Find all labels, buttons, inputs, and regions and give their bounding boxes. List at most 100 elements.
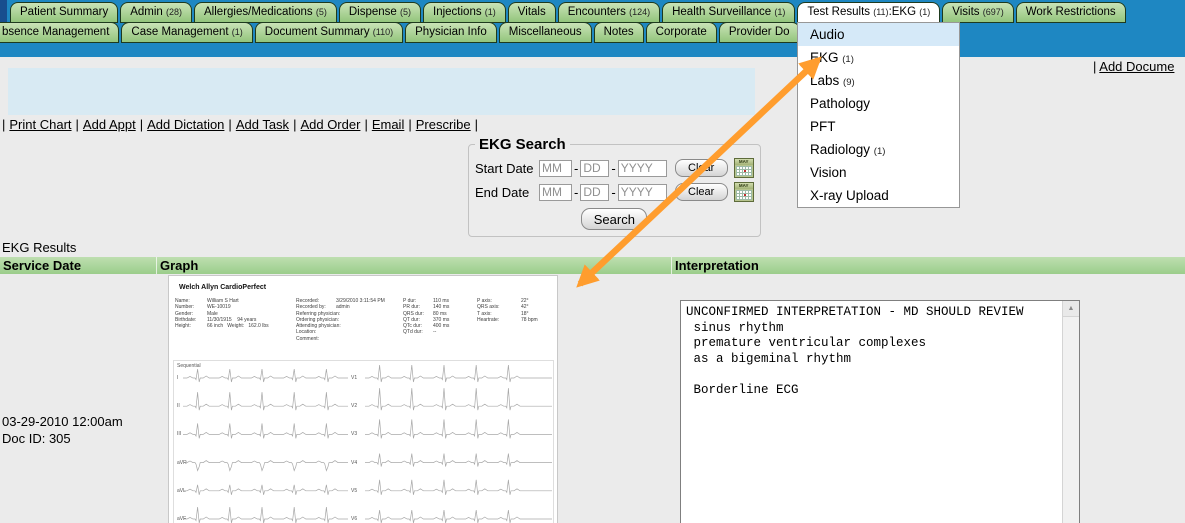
pipe-separator: | (408, 117, 411, 132)
lead-label-v3: V3 (351, 431, 357, 437)
interpretation-text: UNCONFIRMED INTERPRETATION - MD SHOULD R… (686, 305, 1059, 398)
report-field-value: 110 ms (433, 298, 449, 304)
report-field-value: admin (336, 304, 350, 310)
report-field: Heartrate:78 bpm (477, 317, 538, 323)
tab-label: Provider Do (729, 26, 790, 38)
tab-document-summary[interactable]: Document Summary (110) (255, 22, 403, 43)
report-field: Height:66 inch Weight: 162.0 lbs (175, 323, 269, 329)
tab-dispense[interactable]: Dispense (5) (339, 2, 421, 23)
tab-count: (11) (873, 7, 888, 17)
report-field-label: Comment: (296, 336, 336, 342)
end-date-day-input[interactable] (580, 184, 609, 201)
link-email[interactable]: Email (372, 117, 405, 132)
end-date-clear-button[interactable]: Clear (675, 183, 728, 201)
report-field-value: -- (433, 329, 436, 335)
end-date-row: End Date - - Clear MAY (475, 182, 754, 202)
start-date-label: Start Date (475, 161, 539, 176)
tab-admin[interactable]: Admin (28) (120, 2, 192, 23)
link-prescribe[interactable]: Prescribe (416, 117, 471, 132)
end-date-month-input[interactable] (539, 184, 572, 201)
dropdown-item-label: Vision (810, 165, 847, 180)
doc-id-value: Doc ID: 305 (2, 430, 123, 447)
lead-label-avr: aVR (177, 460, 187, 466)
link-print-chart[interactable]: Print Chart (9, 117, 71, 132)
tab-patient-summary[interactable]: Patient Summary (10, 2, 118, 23)
link-add-dictation[interactable]: Add Dictation (147, 117, 224, 132)
tab-health-surveillance[interactable]: Health Surveillance (1) (662, 2, 795, 23)
start-date-month-input[interactable] (539, 160, 572, 177)
ekg-graph-thumbnail[interactable]: Welch Allyn CardioPerfect Name:William S… (168, 275, 558, 523)
tab-miscellaneous[interactable]: Miscellaneous (499, 22, 592, 43)
tab-physician-info[interactable]: Physician Info (405, 22, 497, 43)
start-date-year-input[interactable] (618, 160, 667, 177)
tab-bsence-management[interactable]: bsence Management (0, 22, 119, 43)
search-button[interactable]: Search (581, 208, 647, 230)
report-field-value: 78 bpm (521, 317, 538, 323)
tab-vitals[interactable]: Vitals (508, 2, 556, 23)
tab-label: Health Surveillance (672, 6, 774, 18)
tab-label: Document Summary (265, 26, 373, 38)
scroll-up-arrow-icon[interactable]: ▲ (1063, 301, 1079, 317)
end-date-year-input[interactable] (618, 184, 667, 201)
tab-encounters[interactable]: Encounters (124) (558, 2, 660, 23)
tab-count: (1) (232, 27, 243, 37)
tab-test-results[interactable]: Test Results (11):EKG (1) (797, 2, 940, 23)
tab-label: Patient Summary (20, 6, 108, 18)
tab-allergies-medications[interactable]: Allergies/Medications (5) (194, 2, 337, 23)
tab-label: Corporate (656, 26, 707, 38)
calendar-month-label: MAY (735, 183, 753, 189)
lead-label-ii: II (177, 403, 180, 409)
start-date-calendar-icon[interactable]: MAY (734, 158, 754, 178)
tab-visits[interactable]: Visits (697) (942, 2, 1013, 23)
add-document-link[interactable]: Add Docume (1099, 59, 1174, 74)
report-field-value: William S Hart (207, 298, 239, 304)
dropdown-item-x-ray-upload[interactable]: X-ray Upload (798, 184, 959, 207)
column-header-graph: Graph (156, 257, 671, 274)
calendar-grid (736, 166, 752, 176)
tab-count: (1) (485, 7, 496, 17)
calendar-grid (736, 190, 752, 200)
lead-label-avf: aVF (177, 516, 186, 522)
dropdown-item-audio[interactable]: Audio (798, 23, 959, 46)
tab-case-management[interactable]: Case Management (1) (121, 22, 252, 43)
dropdown-item-pathology[interactable]: Pathology (798, 92, 959, 115)
tab-work-restrictions[interactable]: Work Restrictions (1016, 2, 1126, 23)
tab-label: Allergies/Medications (204, 6, 316, 18)
dropdown-item-pft[interactable]: PFT (798, 115, 959, 138)
tab-notes[interactable]: Notes (594, 22, 644, 43)
report-field-value: 18° (521, 311, 529, 317)
tab-label: Notes (604, 26, 634, 38)
tab-corporate[interactable]: Corporate (646, 22, 717, 43)
link-add-task[interactable]: Add Task (236, 117, 289, 132)
report-field-value: 66 inch Weight: 162.0 lbs (207, 323, 269, 329)
dropdown-item-label: Pathology (810, 96, 870, 111)
tab-label: Physician Info (415, 26, 487, 38)
dropdown-item-ekg[interactable]: EKG (1) (798, 46, 959, 69)
dropdown-item-radiology[interactable]: Radiology (1) (798, 138, 959, 161)
end-date-calendar-icon[interactable]: MAY (734, 182, 754, 202)
pipe-separator: | (293, 117, 296, 132)
start-date-clear-button[interactable]: Clear (675, 159, 728, 177)
ekg-mode-label: Sequential (177, 363, 201, 369)
tab-count: (28) (166, 7, 182, 17)
dropdown-item-vision[interactable]: Vision (798, 161, 959, 184)
tab-provider-do[interactable]: Provider Do (719, 22, 800, 43)
dropdown-item-count: (9) (843, 77, 855, 88)
service-date-cell: 03-29-2010 12:00am Doc ID: 305 (2, 413, 123, 447)
search-button-row: Search (475, 208, 754, 230)
tab-count: (124) (629, 7, 650, 17)
scrollbar[interactable]: ▲ (1062, 301, 1079, 523)
report-field-value: 80 ms (433, 311, 447, 317)
tab-injections[interactable]: Injections (1) (423, 2, 506, 23)
link-add-order[interactable]: Add Order (300, 117, 360, 132)
tab-count: (697) (983, 7, 1004, 17)
tab-label: Test Results (807, 6, 873, 18)
pipe-separator: | (228, 117, 231, 132)
link-add-appt[interactable]: Add Appt (83, 117, 136, 132)
dropdown-item-labs[interactable]: Labs (9) (798, 69, 959, 92)
interpretation-textarea[interactable]: UNCONFIRMED INTERPRETATION - MD SHOULD R… (680, 300, 1080, 523)
calendar-month-label: MAY (735, 159, 753, 165)
start-date-day-input[interactable] (580, 160, 609, 177)
tab-count: (1) (919, 7, 930, 17)
report-field: QTd dur:-- (403, 329, 449, 335)
